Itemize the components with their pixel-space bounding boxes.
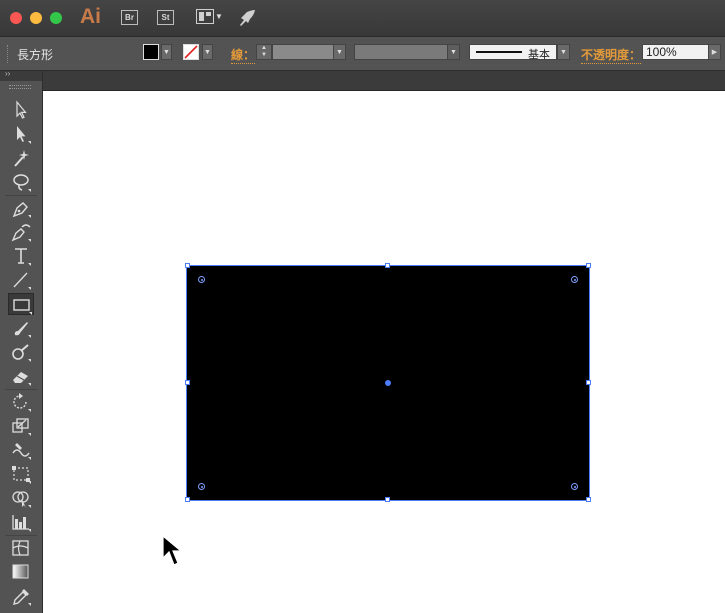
variable-width-dropdown-icon[interactable]: ▼ <box>447 44 460 60</box>
paintbrush-tool-icon <box>14 322 31 338</box>
pen-tool[interactable] <box>8 197 34 219</box>
rectangle-tool[interactable] <box>8 293 34 315</box>
graph-tool[interactable] <box>8 511 34 533</box>
bounding-box-handle[interactable] <box>185 497 190 502</box>
eraser-tool-icon <box>13 372 31 386</box>
gradient-tool[interactable] <box>8 561 34 583</box>
stroke-weight-stepper[interactable]: ▲ ▼ <box>256 44 272 60</box>
mouse-cursor-icon <box>162 534 183 566</box>
opacity-dropdown-icon[interactable]: ▶ <box>708 44 721 60</box>
curvature-tool[interactable] <box>8 221 34 243</box>
corner-radius-widget[interactable] <box>198 276 205 283</box>
paintbrush-tool[interactable] <box>8 317 34 339</box>
blob-brush-tool[interactable] <box>8 341 34 363</box>
opacity-field[interactable]: 100% <box>642 44 709 60</box>
shape-builder-tool-icon <box>12 491 31 508</box>
free-transform-tool[interactable] <box>8 463 34 485</box>
tools-divider <box>5 535 37 536</box>
type-tool-icon <box>15 248 31 266</box>
magic-wand-tool-icon <box>14 150 29 167</box>
scale-tool-icon <box>12 418 31 436</box>
scale-tool[interactable] <box>8 415 34 437</box>
graph-tool-icon <box>12 515 31 532</box>
bounding-box-handle[interactable] <box>586 263 591 268</box>
blob-brush-tool-icon <box>12 344 31 362</box>
control-panel: 長方形 ▼ ▼ 線： ▲ ▼ ▼ ▼ 基本 ▼ 不透明度： 100% ▶ <box>0 37 725 71</box>
rotate-tool-icon <box>13 393 31 412</box>
app-logo: Ai <box>80 5 101 28</box>
tools-panel: ›› <box>0 69 43 613</box>
workspace-dropdown-icon[interactable]: ▼ <box>215 12 223 21</box>
rocket-icon[interactable] <box>237 9 257 27</box>
title-bar: Ai Br St ▼ <box>0 0 725 37</box>
tools-divider <box>5 195 37 196</box>
line-segment-tool[interactable] <box>8 269 34 291</box>
collapse-panel-icon[interactable]: ›› <box>5 69 10 78</box>
brush-definition-field[interactable]: 基本 <box>469 44 557 61</box>
stroke-dropdown-icon[interactable]: ▼ <box>202 44 213 60</box>
free-transform-tool-icon <box>12 466 31 484</box>
rotate-tool[interactable] <box>8 391 34 413</box>
corner-radius-widget[interactable] <box>198 483 205 490</box>
bounding-box-handle[interactable] <box>385 497 390 502</box>
direct-selection-tool[interactable] <box>8 123 34 145</box>
lasso-tool[interactable] <box>8 171 34 193</box>
selection-type-label: 長方形 <box>17 48 54 62</box>
stroke-weight-dropdown-icon[interactable]: ▼ <box>333 44 346 60</box>
gradient-tool-icon <box>12 564 29 579</box>
magic-wand-tool[interactable] <box>8 147 34 169</box>
stroke-color-swatch[interactable] <box>183 44 199 60</box>
stroke-weight-field[interactable] <box>272 44 334 60</box>
selection-tool[interactable] <box>8 99 34 121</box>
warp-tool-icon <box>12 443 31 460</box>
close-window-button[interactable] <box>10 12 22 24</box>
bounding-box-handle[interactable] <box>586 497 591 502</box>
fill-dropdown-icon[interactable]: ▼ <box>161 44 172 60</box>
line-segment-tool-icon <box>13 272 31 290</box>
fill-color-swatch[interactable] <box>143 44 159 60</box>
workspace-layout-icon[interactable] <box>196 9 214 24</box>
opacity-label[interactable]: 不透明度： <box>581 46 642 64</box>
bounding-box-handle[interactable] <box>185 263 190 268</box>
tools-divider <box>5 389 37 390</box>
variable-width-profile-field[interactable] <box>354 44 448 60</box>
brush-definition-label: 基本 <box>528 49 550 61</box>
no-stroke-icon <box>184 45 198 59</box>
corner-radius-widget[interactable] <box>571 276 578 283</box>
stroke-weight-label[interactable]: 線： <box>231 46 256 64</box>
bounding-box-handle[interactable] <box>385 263 390 268</box>
type-tool[interactable] <box>8 245 34 267</box>
tools-panel-grip[interactable] <box>9 85 31 89</box>
eyedropper-tool[interactable] <box>8 585 34 607</box>
control-panel-grip[interactable] <box>7 45 11 63</box>
document-tab-bar <box>43 71 725 91</box>
bounding-box-handle[interactable] <box>586 380 591 385</box>
bridge-button[interactable]: Br <box>121 10 138 25</box>
lasso-tool-icon <box>13 174 31 192</box>
curvature-tool-icon <box>11 224 31 242</box>
minimize-window-button[interactable] <box>30 12 42 24</box>
tools-panel-header[interactable]: ›› <box>0 69 42 81</box>
stroke-preview-line <box>476 51 522 53</box>
eyedropper-tool-icon <box>13 589 31 606</box>
shape-builder-tool[interactable] <box>8 487 34 509</box>
corner-radius-widget[interactable] <box>571 483 578 490</box>
mesh-tool[interactable] <box>8 537 34 559</box>
shape-center-point[interactable] <box>385 380 391 386</box>
bounding-box-handle[interactable] <box>185 380 190 385</box>
zoom-window-button[interactable] <box>50 12 62 24</box>
brush-dropdown-icon[interactable]: ▼ <box>557 44 570 60</box>
pen-tool-icon <box>12 202 31 218</box>
selection-tool-icon <box>16 100 27 119</box>
eraser-tool[interactable] <box>8 365 34 387</box>
mesh-tool-icon <box>12 540 29 556</box>
stock-button[interactable]: St <box>157 10 174 25</box>
warp-tool[interactable] <box>8 439 34 461</box>
direct-selection-tool-icon <box>17 126 31 144</box>
rectangle-tool-icon <box>13 299 32 315</box>
